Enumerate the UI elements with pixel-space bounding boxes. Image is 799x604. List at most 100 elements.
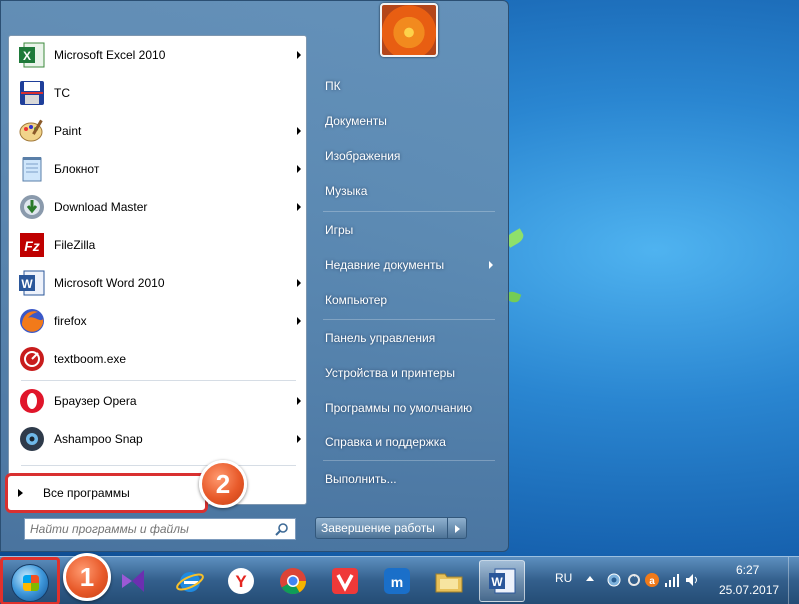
start-item-label: Microsoft Word 2010: [54, 276, 165, 290]
start-item-notepad[interactable]: Блокнот: [11, 151, 305, 187]
start-right-label: Компьютер: [325, 293, 388, 307]
submenu-arrow-icon[interactable]: [297, 397, 301, 405]
start-item-textboom[interactable]: textboom.exe: [11, 341, 305, 377]
taskbar-file-explorer[interactable]: [426, 560, 472, 602]
start-item-tc[interactable]: TC: [11, 75, 305, 111]
svg-text:m: m: [391, 574, 403, 590]
shutdown-options-button[interactable]: [448, 517, 467, 539]
floppy-disk-icon: [17, 78, 47, 108]
user-account-picture[interactable]: [380, 3, 438, 57]
start-right-computer[interactable]: Компьютер: [315, 286, 503, 314]
start-menu: X Microsoft Excel 2010 TC Paint Блокнот: [0, 0, 509, 552]
submenu-arrow-icon[interactable]: [297, 279, 301, 287]
start-right-control-panel[interactable]: Панель управления: [315, 324, 503, 352]
clock-date[interactable]: 25.07.2017: [719, 583, 779, 597]
start-right-pc[interactable]: ПК: [315, 72, 503, 100]
start-right-help-support[interactable]: Справка и поддержка: [315, 428, 503, 456]
start-right-label: Изображения: [325, 149, 401, 163]
clock-time[interactable]: 6:27: [736, 563, 759, 577]
vivaldi-icon: [332, 568, 358, 594]
excel-icon: X: [17, 40, 47, 70]
start-item-firefox[interactable]: firefox: [11, 303, 305, 339]
start-item-label: TC: [54, 86, 70, 100]
start-right-label: Справка и поддержка: [325, 435, 446, 449]
word-icon: W: [17, 268, 47, 298]
separator: [323, 319, 495, 320]
start-right-pictures[interactable]: Изображения: [315, 142, 503, 170]
start-right-label: Музыка: [325, 184, 368, 198]
show-desktop-button[interactable]: [788, 557, 799, 604]
chevron-right-icon: [455, 525, 460, 533]
svg-text:W: W: [491, 575, 503, 589]
start-right-documents[interactable]: Документы: [315, 107, 503, 135]
start-right-label: Панель управления: [325, 331, 436, 345]
start-item-paint[interactable]: Paint: [11, 113, 305, 149]
submenu-arrow-icon[interactable]: [297, 165, 301, 173]
submenu-arrow-icon[interactable]: [297, 203, 301, 211]
notepad-icon: [17, 154, 47, 184]
submenu-arrow-icon[interactable]: [489, 261, 493, 269]
paint-palette-icon: [17, 116, 47, 146]
start-item-excel[interactable]: X Microsoft Excel 2010: [11, 37, 305, 73]
start-button[interactable]: [0, 557, 60, 604]
start-right-music[interactable]: Музыка: [315, 177, 503, 205]
taskbar-word[interactable]: W: [479, 560, 525, 602]
start-right-label: Программы по умолчанию: [325, 401, 473, 415]
start-search-box[interactable]: [24, 518, 296, 540]
search-input[interactable]: [25, 520, 275, 538]
start-item-filezilla[interactable]: Fz FileZilla: [11, 227, 305, 263]
submenu-arrow-icon[interactable]: [297, 317, 301, 325]
start-item-download-master[interactable]: Download Master: [11, 189, 305, 225]
start-right-label: Выполнить...: [325, 472, 397, 486]
separator: [323, 211, 495, 212]
textboom-icon: [17, 344, 47, 374]
word-icon: W: [489, 568, 516, 594]
network-status-icon[interactable]: [606, 572, 622, 588]
start-item-opera[interactable]: Браузер Opera: [11, 383, 305, 419]
start-item-ashampoo-snap[interactable]: Ashampoo Snap: [11, 421, 305, 457]
annotation-badge-2: 2: [199, 460, 247, 508]
opera-icon: [17, 386, 47, 416]
start-item-label: Блокнот: [54, 162, 100, 176]
maxthon-icon: m: [384, 568, 410, 594]
taskbar-yandex-browser[interactable]: Y: [218, 560, 264, 602]
submenu-arrow-icon[interactable]: [297, 127, 301, 135]
yandex-browser-icon: Y: [228, 568, 254, 594]
taskbar-maxthon[interactable]: m: [374, 560, 420, 602]
internet-explorer-icon: [176, 572, 204, 592]
all-programs-button[interactable]: Все программы: [5, 473, 208, 513]
show-hidden-icons-icon[interactable]: [586, 576, 594, 581]
start-right-games[interactable]: Игры: [315, 216, 503, 244]
visual-studio-icon: [122, 570, 144, 592]
submenu-arrow-icon[interactable]: [297, 51, 301, 59]
search-icon[interactable]: [275, 522, 289, 536]
taskbar-visual-studio[interactable]: [110, 560, 156, 602]
start-item-label: Download Master: [54, 200, 148, 214]
avast-icon[interactable]: a: [644, 572, 660, 588]
chrome-icon: [280, 568, 307, 595]
ashampoo-snap-icon: [17, 424, 47, 454]
volume-icon[interactable]: [684, 572, 700, 588]
separator: [21, 465, 296, 466]
start-item-label: FileZilla: [54, 238, 96, 252]
start-item-label: Microsoft Excel 2010: [54, 48, 166, 62]
start-right-recent-documents[interactable]: Недавние документы: [315, 251, 503, 279]
sync-icon[interactable]: [626, 572, 642, 588]
taskbar-internet-explorer[interactable]: [167, 560, 213, 602]
start-right-devices-printers[interactable]: Устройства и принтеры: [315, 359, 503, 387]
start-item-label: textboom.exe: [54, 352, 127, 366]
language-indicator[interactable]: RU: [555, 571, 572, 585]
start-right-label: Устройства и принтеры: [325, 366, 455, 380]
start-right-label: ПК: [325, 79, 341, 93]
start-item-word[interactable]: W Microsoft Word 2010: [11, 265, 305, 301]
start-menu-programs-pane: X Microsoft Excel 2010 TC Paint Блокнот: [8, 35, 307, 505]
annotation-badge-1: 1: [63, 553, 111, 601]
signal-strength-icon[interactable]: [664, 572, 680, 588]
start-right-default-programs[interactable]: Программы по умолчанию: [315, 394, 503, 422]
start-item-label: Браузер Opera: [54, 394, 137, 408]
taskbar-vivaldi[interactable]: [322, 560, 368, 602]
submenu-arrow-icon[interactable]: [297, 435, 301, 443]
taskbar-chrome[interactable]: [270, 560, 316, 602]
shutdown-button[interactable]: Завершение работы: [315, 517, 448, 539]
start-right-run[interactable]: Выполнить...: [315, 465, 503, 493]
